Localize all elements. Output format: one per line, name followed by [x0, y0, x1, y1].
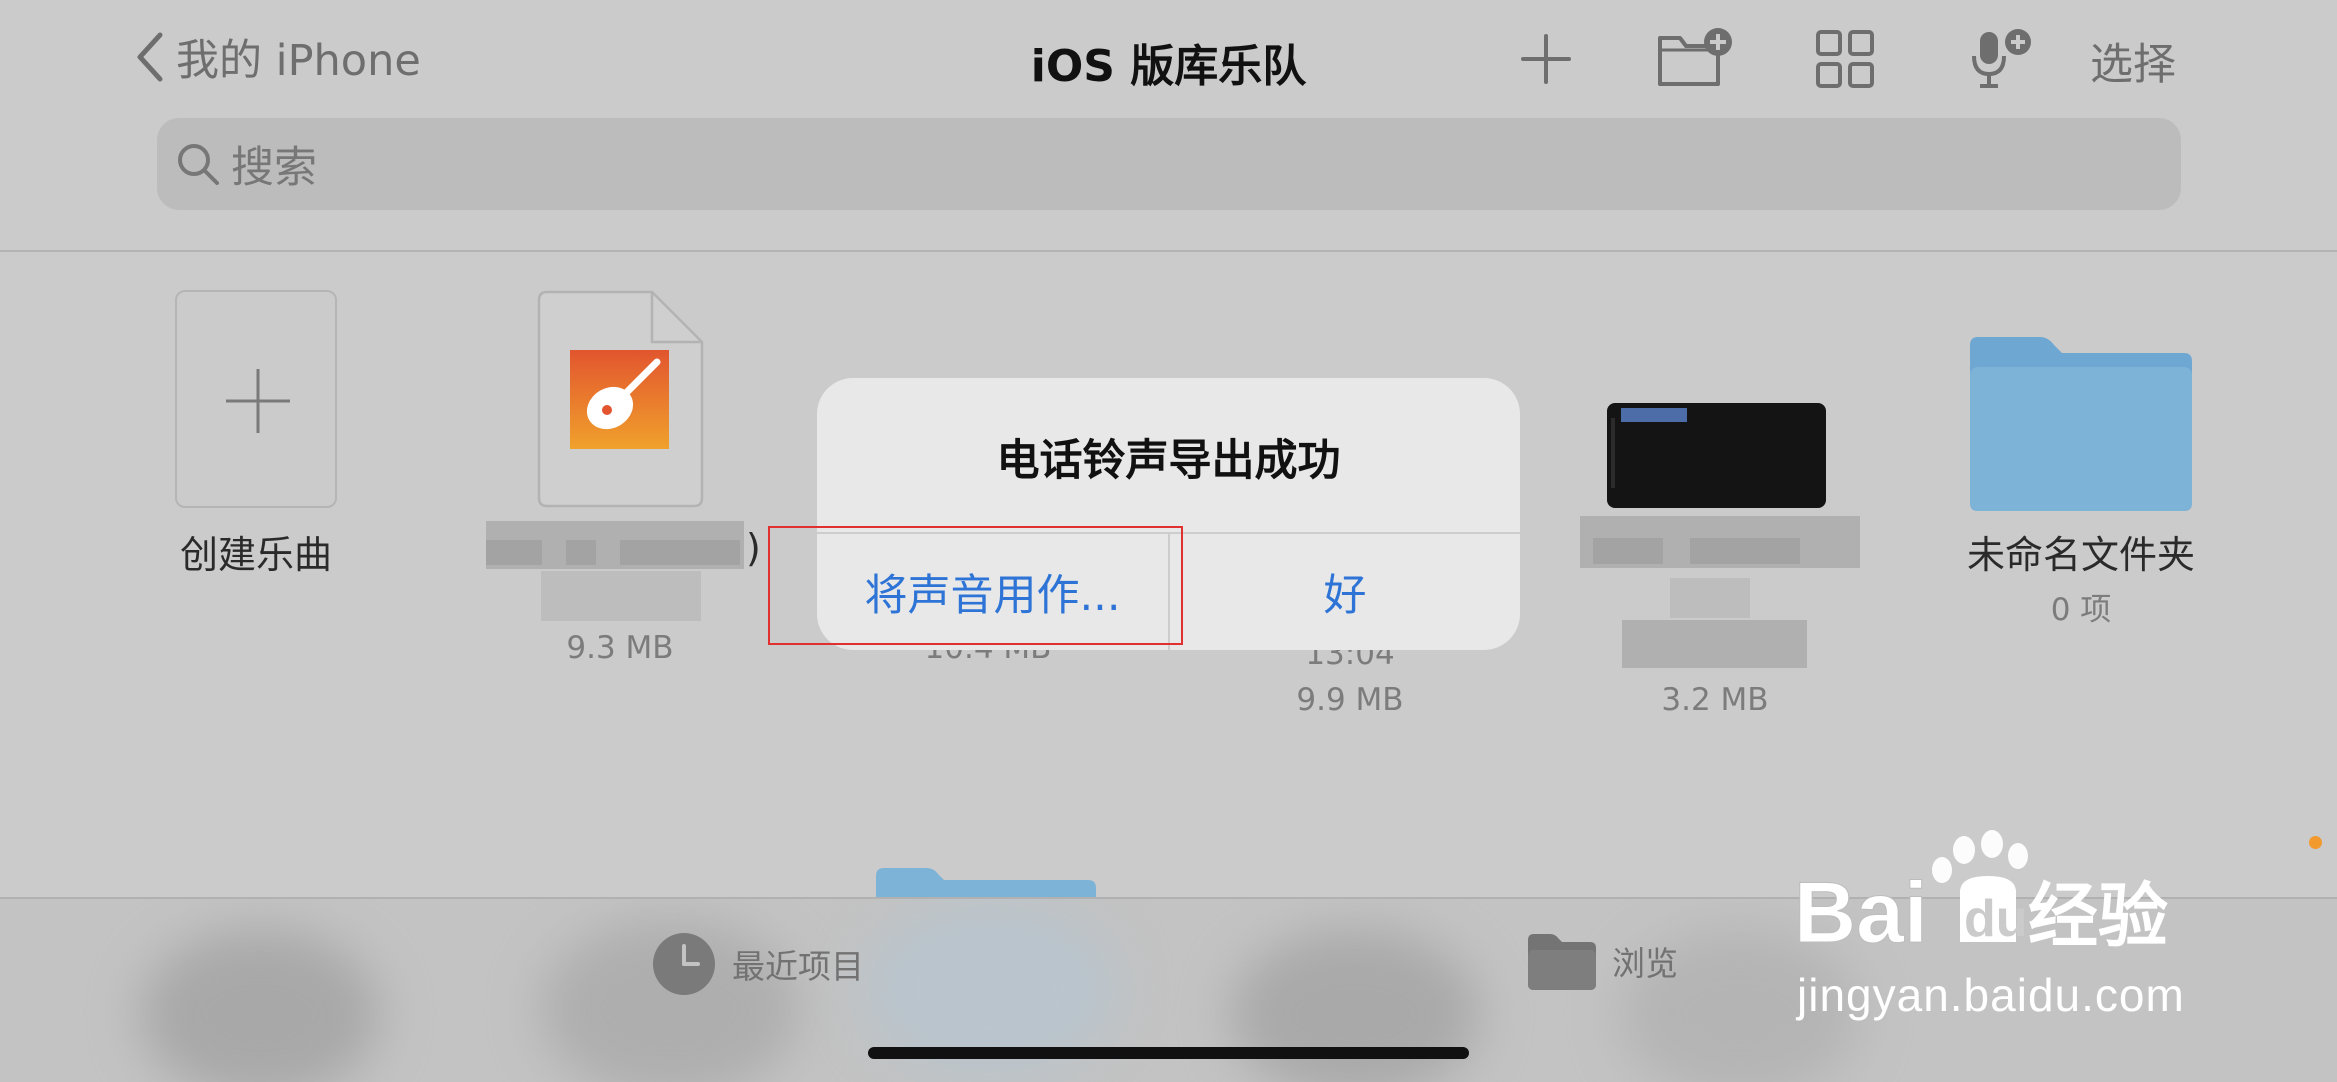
back-label: 我的 iPhone — [176, 36, 421, 86]
file-size: 3.2 MB — [1661, 682, 1769, 718]
folder-icon — [1528, 934, 1596, 990]
video-thumbnail-detail — [1611, 418, 1615, 488]
chevron-left-icon — [137, 32, 163, 82]
baidu-watermark-logo: Bai du 经验 — [1794, 830, 2168, 960]
grid-view-icon[interactable] — [1812, 26, 1878, 92]
file-size: 9.9 MB — [1296, 682, 1404, 718]
video-thumbnail-detail — [1621, 408, 1687, 422]
create-song-button[interactable] — [175, 290, 337, 508]
back-button[interactable]: 我的 iPhone — [134, 28, 421, 86]
blur-block — [566, 540, 596, 565]
blurred-date — [1622, 620, 1807, 668]
svg-text:经验: 经验 — [2028, 875, 2168, 957]
ok-button[interactable]: 好 — [1170, 534, 1520, 650]
file-name-suffix: ) — [746, 526, 761, 570]
select-button[interactable]: 选择 — [2090, 30, 2176, 92]
blur-block — [620, 540, 740, 565]
blurred-date — [1670, 578, 1750, 618]
blur-block — [486, 540, 542, 565]
home-indicator — [868, 1047, 1469, 1059]
file-size: 9.3 MB — [566, 630, 674, 666]
plus-icon[interactable] — [1513, 26, 1579, 92]
blurred-date — [541, 571, 701, 621]
folder-icon[interactable] — [1970, 333, 2192, 511]
tab-browse[interactable]: 浏览 — [1528, 932, 1678, 990]
blur-block — [1593, 538, 1663, 564]
plus-icon — [226, 369, 290, 433]
alert-title: 电话铃声导出成功 — [996, 436, 1341, 486]
folder-name: 未命名文件夹 — [1966, 533, 2195, 577]
activity-indicator — [2309, 836, 2322, 849]
search-input[interactable]: 搜索 — [157, 118, 2181, 210]
highlight-box — [768, 526, 1183, 645]
tab-recents[interactable]: 最近项目 — [652, 932, 864, 996]
garageband-document-icon[interactable] — [537, 290, 704, 508]
create-song-label: 创建乐曲 — [179, 533, 332, 577]
header-divider — [0, 250, 2337, 252]
blur-shape — [140, 929, 380, 1082]
microphone-add-icon[interactable] — [1968, 26, 2040, 92]
new-folder-icon[interactable] — [1656, 26, 1736, 92]
tab-browse-label: 浏览 — [1612, 944, 1678, 983]
blur-block — [1690, 538, 1800, 564]
folder-item-count: 0 项 — [2050, 592, 2112, 628]
search-icon — [178, 144, 219, 185]
clock-icon — [653, 933, 715, 995]
svg-text:Bai: Bai — [1794, 865, 1928, 960]
watermark-url: jingyan.baidu.com — [1797, 969, 2185, 1021]
blur-shape — [1230, 929, 1480, 1082]
tab-recents-label: 最近项目 — [732, 947, 864, 986]
search-placeholder: 搜索 — [231, 143, 317, 193]
svg-text:du: du — [1964, 890, 2028, 948]
